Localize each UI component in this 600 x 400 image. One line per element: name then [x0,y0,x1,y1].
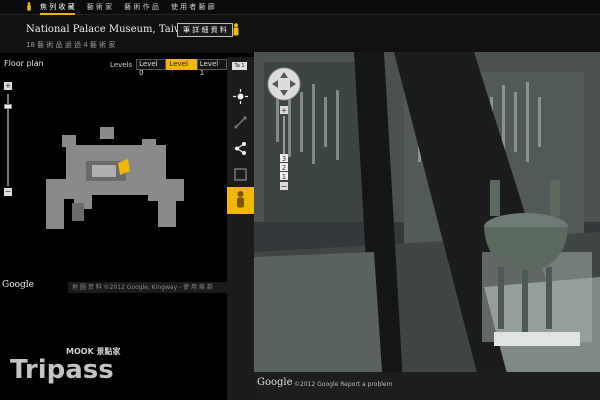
top-navigation: 焦 列 收 藏 藝 術 家 藝 術 作 品 使 用 者 藝 廊 [0,0,600,15]
museum-header: National Palace Museum, Taiwan 筆 詳 細 資 料… [0,15,600,53]
details-button[interactable]: 筆 詳 細 資 料 [177,23,233,37]
level-selector: Levels Level 0 Level 2 Level 1 [110,59,228,77]
street-view-attribution[interactable]: ©2012 Google Report a problem [294,381,392,388]
svg-text:−: − [281,182,288,191]
street-view-panorama[interactable]: + 3 2 1 − Google ©2012 Google Report a p… [254,52,600,400]
zoom-out-button[interactable]: − [4,188,12,196]
sun-icon[interactable] [231,87,250,106]
pegman-icon[interactable] [26,2,32,11]
floor-plan-zoom: + − [4,82,12,200]
zoom-in-button[interactable]: + [4,82,12,90]
zoom-level-2: 2 [282,164,286,172]
google-logo: Google [257,377,293,388]
street-view-toolbar: Ta 1 [227,57,254,400]
tag-button[interactable]: Ta 1 [232,62,247,70]
page-title: National Palace Museum, Taiwan [26,24,195,35]
google-logo: Google [2,280,34,290]
nav-artists[interactable]: 藝 術 家 [87,2,112,15]
pegman-icon[interactable] [232,23,240,36]
floor-plan-panel: Floor plan Levels Level 0 Level 2 Level … [0,57,254,300]
floor-plan-title: Floor plan [4,59,44,68]
share-icon[interactable] [231,139,250,158]
panorama-image [254,52,600,400]
expand-icon[interactable] [231,165,250,184]
pegman-icon[interactable] [227,187,254,214]
zoom-level-1: 1 [282,173,286,181]
nav-artworks[interactable]: 藝 術 作 品 [124,2,159,15]
level-1-button[interactable]: Level 1 [196,59,228,77]
svg-text:+: + [281,106,288,115]
watermark-sub: MOOK 景點家 [66,347,121,356]
nav-collections[interactable]: 焦 列 收 藏 [40,2,75,15]
watermark-brand: Tripass [10,355,114,385]
level-2-button[interactable]: Level 2 [166,59,197,77]
level-0-button[interactable]: Level 0 [136,59,167,77]
zoom-level-3: 3 [282,155,286,163]
nav-user-galleries[interactable]: 使 用 者 藝 廊 [171,2,215,15]
measure-icon[interactable] [231,113,250,132]
zoom-slider-handle[interactable] [4,104,12,109]
floor-plan-map[interactable] [40,123,190,233]
pan-control[interactable]: + 3 2 1 − [264,64,304,214]
levels-label: Levels [110,60,133,69]
page-subtitle: 18 藝 術 品 過 過 4 藝 術 家 [26,41,116,49]
